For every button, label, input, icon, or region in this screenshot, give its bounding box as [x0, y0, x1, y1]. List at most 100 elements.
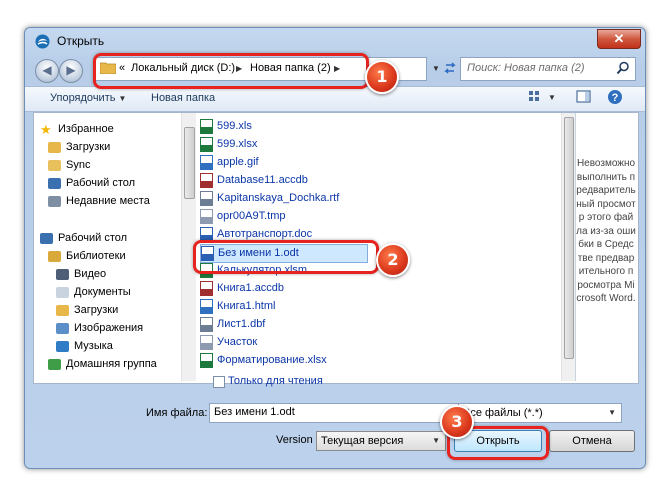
file-list-scrollbar[interactable]	[561, 113, 575, 381]
cancel-button[interactable]: Отмена	[549, 430, 635, 452]
sidebar-item[interactable]: Видео	[56, 266, 106, 283]
libraries-icon	[48, 250, 61, 262]
chevron-down-icon: ▼	[432, 436, 440, 445]
star-icon: ★	[40, 121, 52, 137]
svg-text:?: ?	[612, 92, 619, 104]
sidebar-item[interactable]: Недавние места	[48, 193, 150, 210]
new-folder-button[interactable]: Новая папка	[151, 92, 215, 104]
sidebar-item-label: Документы	[74, 286, 131, 298]
file-item[interactable]: Лист1.dbf	[200, 316, 271, 333]
preview-message: Невозможно выполнить предварительный про…	[576, 158, 636, 304]
file-item-label: Лист1.dbf	[217, 318, 266, 330]
blank-file-icon	[200, 208, 213, 224]
sidebar-item[interactable]: ★ Избранное	[40, 121, 114, 138]
downloads-folder-icon	[48, 141, 61, 153]
sidebar-item[interactable]: Изображения	[56, 320, 143, 337]
sidebar-item-label: Загрузки	[66, 141, 111, 153]
organize-label: Упорядочить	[50, 92, 116, 104]
file-list-scrollbar-thumb[interactable]	[564, 117, 574, 359]
navigation-pane: ★ Избранное Загрузки Sync Рабочий стол Недавн…	[34, 113, 180, 381]
sidebar-item[interactable]: Библиотеки	[48, 248, 126, 265]
sidebar-item[interactable]: Рабочий стол	[48, 175, 135, 192]
filename-value: Без имени 1.odt	[214, 406, 295, 418]
file-item-label: Книга1.html	[217, 300, 276, 312]
file-item[interactable]: opr00A9T.tmp	[200, 208, 291, 225]
desktop-icon	[40, 232, 53, 244]
filetype-select[interactable]: Все файлы (*.*) ▼	[458, 403, 622, 423]
readonly-label: Только для чтения	[228, 375, 323, 387]
callout-2-highlight	[193, 240, 379, 274]
html-file-icon	[200, 298, 213, 314]
sidebar-item[interactable]: Домашняя группа	[48, 356, 157, 373]
sidebar-item[interactable]: Рабочий стол	[40, 230, 127, 247]
version-select[interactable]: Текущая версия ▼	[316, 431, 446, 451]
pictures-icon	[56, 322, 69, 334]
close-button[interactable]: ✕	[597, 29, 641, 49]
file-item[interactable]: Kapitanskaya_Dochka.rtf	[200, 190, 345, 207]
filename-label: Имя файла:	[146, 407, 208, 419]
file-item[interactable]: Книга1.html	[200, 298, 281, 315]
forward-button[interactable]: ▶	[59, 59, 83, 83]
sidebar-item-label: Видео	[74, 268, 107, 280]
callout-3-badge: 3	[440, 405, 474, 439]
file-item-label: Автотранспорт.doc	[217, 228, 313, 240]
file-item[interactable]: Database11.accdb	[200, 172, 314, 189]
recent-places-icon	[48, 195, 61, 207]
sidebar-item[interactable]: Документы	[56, 284, 131, 301]
file-item-label: apple.gif	[217, 156, 259, 168]
file-item[interactable]: 599.xls	[200, 118, 258, 135]
chevron-down-icon: ▼	[118, 94, 127, 103]
homegroup-icon	[48, 358, 61, 370]
sidebar-item[interactable]: Загрузки	[48, 139, 110, 156]
sidebar-item[interactable]: Музыка	[56, 338, 113, 355]
access-file-icon	[200, 172, 213, 188]
folder-icon	[48, 159, 61, 171]
address-dropdown-icon[interactable]: ▼	[432, 64, 440, 73]
callout-1-badge: 1	[365, 60, 399, 94]
view-options-icon[interactable]	[528, 90, 544, 104]
sidebar-item-label: Sync	[66, 159, 91, 171]
refresh-icon[interactable]	[443, 61, 457, 75]
search-icon[interactable]	[616, 61, 630, 75]
sidebar-item-label: Рабочий стол	[66, 177, 136, 189]
readonly-checkbox[interactable]	[213, 376, 225, 388]
blank-file-icon	[200, 334, 213, 350]
search-placeholder: Поиск: Новая папка (2)	[467, 62, 585, 74]
window-title: Открыть	[57, 34, 105, 48]
version-value: Текущая версия	[321, 435, 404, 447]
file-item[interactable]: apple.gif	[200, 154, 265, 171]
chevron-down-icon: ▼	[608, 408, 616, 417]
sidebar-item-label: Недавние места	[66, 195, 150, 207]
image-file-icon	[200, 154, 213, 170]
version-label: Version	[276, 434, 313, 446]
filetype-value: Все файлы (*.*)	[463, 407, 543, 419]
access-file-icon	[200, 280, 213, 296]
sidebar-item[interactable]: Загрузки	[56, 302, 118, 319]
preview-pane: Невозможно выполнить предварительный про…	[575, 113, 637, 381]
title-bar[interactable]	[25, 28, 645, 54]
file-item-label: Kapitanskaya_Dochka.rtf	[217, 192, 340, 204]
text-file-icon	[200, 190, 213, 206]
back-button[interactable]: ◀	[35, 59, 59, 83]
sidebar-item-label: Библиотеки	[66, 250, 126, 262]
file-item-label: opr00A9T.tmp	[217, 210, 286, 222]
organize-button[interactable]: Упорядочить ▼	[50, 92, 126, 104]
preview-pane-icon[interactable]	[576, 90, 592, 104]
sidebar-item-label: Загрузки	[74, 304, 119, 316]
file-item-label: Участок	[217, 336, 258, 348]
app-logo-icon	[35, 34, 50, 49]
sidebar-item-label: Домашняя группа	[66, 358, 157, 370]
forward-arrow-icon: ▶	[66, 63, 76, 77]
file-item[interactable]: Участок	[200, 334, 263, 351]
help-icon[interactable]: ?	[607, 89, 623, 105]
view-dropdown-icon[interactable]: ▼	[548, 93, 556, 102]
callout-2-badge: 2	[376, 243, 410, 277]
navigation-scrollbar-thumb[interactable]	[184, 127, 195, 199]
file-item[interactable]: Форматирование.xlsx	[200, 352, 333, 369]
sidebar-item-label: Избранное	[58, 123, 114, 135]
sidebar-item-label: Изображения	[74, 322, 144, 334]
sidebar-item[interactable]: Sync	[48, 157, 90, 174]
file-item[interactable]: 599.xlsx	[200, 136, 263, 153]
file-item[interactable]: Книга1.accdb	[200, 280, 290, 297]
file-item-label: 599.xls	[217, 120, 252, 132]
